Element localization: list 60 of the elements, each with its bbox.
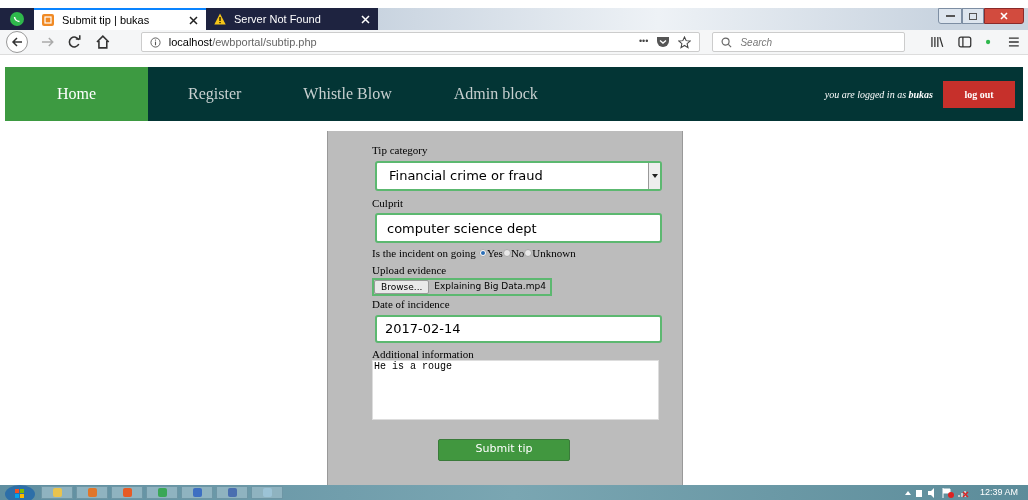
submit-button[interactable]: Submit tip: [438, 438, 570, 461]
sidebar-icon[interactable]: [956, 34, 973, 50]
field-label: Date of incidence: [372, 297, 451, 312]
pocket-icon[interactable]: [656, 36, 671, 48]
culprit-field[interactable]: computer science dept: [375, 213, 662, 243]
nav-link[interactable]: Home: [5, 67, 148, 121]
radio-label: No: [510, 246, 525, 261]
nav-link[interactable]: Whistle Blow: [303, 67, 392, 121]
info-icon[interactable]: [149, 36, 161, 48]
tab-favicon-icon: [42, 14, 54, 26]
tray-arrow-icon[interactable]: [904, 490, 911, 495]
close-button[interactable]: [984, 8, 1024, 24]
nav-link[interactable]: Admin block: [453, 67, 538, 121]
radio-button[interactable]: [478, 249, 487, 258]
library-icon[interactable]: [929, 34, 945, 50]
information-textarea[interactable]: He is a rouge: [372, 359, 659, 420]
field-label: Tip category: [372, 143, 429, 158]
dropdown-caret-icon: [651, 173, 658, 178]
home-icon[interactable]: [95, 34, 111, 50]
taskbar-app-icon[interactable]: [181, 486, 213, 499]
search-icon: [721, 36, 733, 48]
chat-app-icon[interactable]: [10, 12, 24, 26]
address-bar[interactable]: localhost/ewbportal/subtip.php •••: [140, 32, 701, 52]
radio-label: Unknown: [532, 246, 576, 261]
file-name: Explaining Big Data.mp4: [434, 280, 546, 294]
field-label: Additional information: [372, 347, 475, 360]
minimize-button[interactable]: [938, 8, 962, 24]
nav-link[interactable]: Register: [188, 67, 242, 121]
field-label: Upload evidence: [372, 262, 448, 278]
flag-icon[interactable]: [941, 487, 954, 498]
restore-button[interactable]: [962, 8, 984, 24]
tab-close-icon[interactable]: [189, 15, 198, 25]
radio-label: Yes: [486, 246, 503, 261]
search-field[interactable]: Search: [712, 32, 906, 52]
restore-icon: [969, 12, 977, 20]
menu-icon[interactable]: [1006, 34, 1022, 50]
file-input[interactable]: Browse... Explaining Big Data.mp4: [372, 278, 552, 296]
bookmark-star-icon[interactable]: [678, 35, 692, 49]
field-label: Culprit: [372, 195, 405, 211]
category-dropdown[interactable]: Financial crime or fraud: [375, 160, 662, 191]
date-field[interactable]: 2017-02-14: [375, 314, 662, 343]
tab-title: Submit tip | bukas: [62, 12, 151, 28]
browser-tab[interactable]: Submit tip | bukas: [34, 8, 206, 30]
browse-button[interactable]: Browse...: [374, 280, 430, 294]
warning-icon: [214, 13, 226, 25]
field-label: Is the incident on going: [372, 246, 476, 261]
reload-icon[interactable]: [67, 34, 84, 50]
radio-button[interactable]: [502, 249, 511, 258]
clock[interactable]: 12:39 AM: [979, 485, 1018, 500]
back-arrow-icon: [10, 36, 23, 48]
url-text: localhost/ewbportal/subtip.php: [168, 34, 318, 50]
more-icon[interactable]: •••: [638, 35, 649, 49]
tab-title: Server Not Found: [234, 11, 322, 27]
radio-button[interactable]: [524, 249, 533, 258]
login-status: you are logged in as bukas: [824, 87, 933, 102]
back-button[interactable]: [6, 31, 28, 53]
taskbar-app-icon[interactable]: [216, 486, 248, 499]
minimize-icon: [945, 15, 955, 17]
logout-button[interactable]: log out: [943, 80, 1015, 108]
close-icon: [1000, 12, 1008, 20]
